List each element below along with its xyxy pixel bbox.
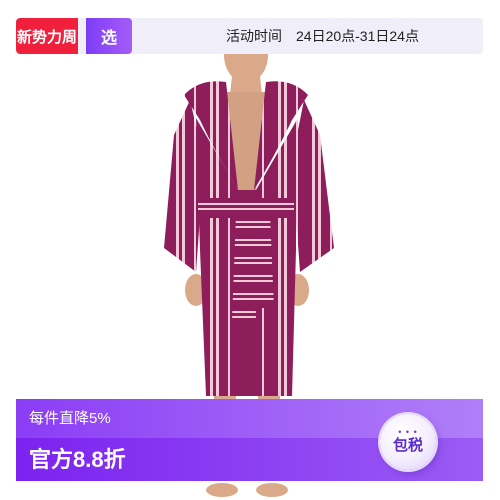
pick-badge: 选 xyxy=(86,18,132,54)
event-label: 活动时间 xyxy=(226,28,282,44)
event-time: 活动时间 24日20点-31日24点 xyxy=(226,18,419,54)
event-range: 24日20点-31日24点 xyxy=(296,28,419,44)
tax-label: 包税 xyxy=(392,437,423,454)
tax-dots-icon: • • • xyxy=(398,427,418,437)
promo-banner: 新势力周 选 活动时间 24日20点-31日24点 xyxy=(16,18,483,54)
new-season-badge: 新势力周 xyxy=(16,18,78,54)
tax-included-badge: • • • 包税 xyxy=(380,414,436,470)
